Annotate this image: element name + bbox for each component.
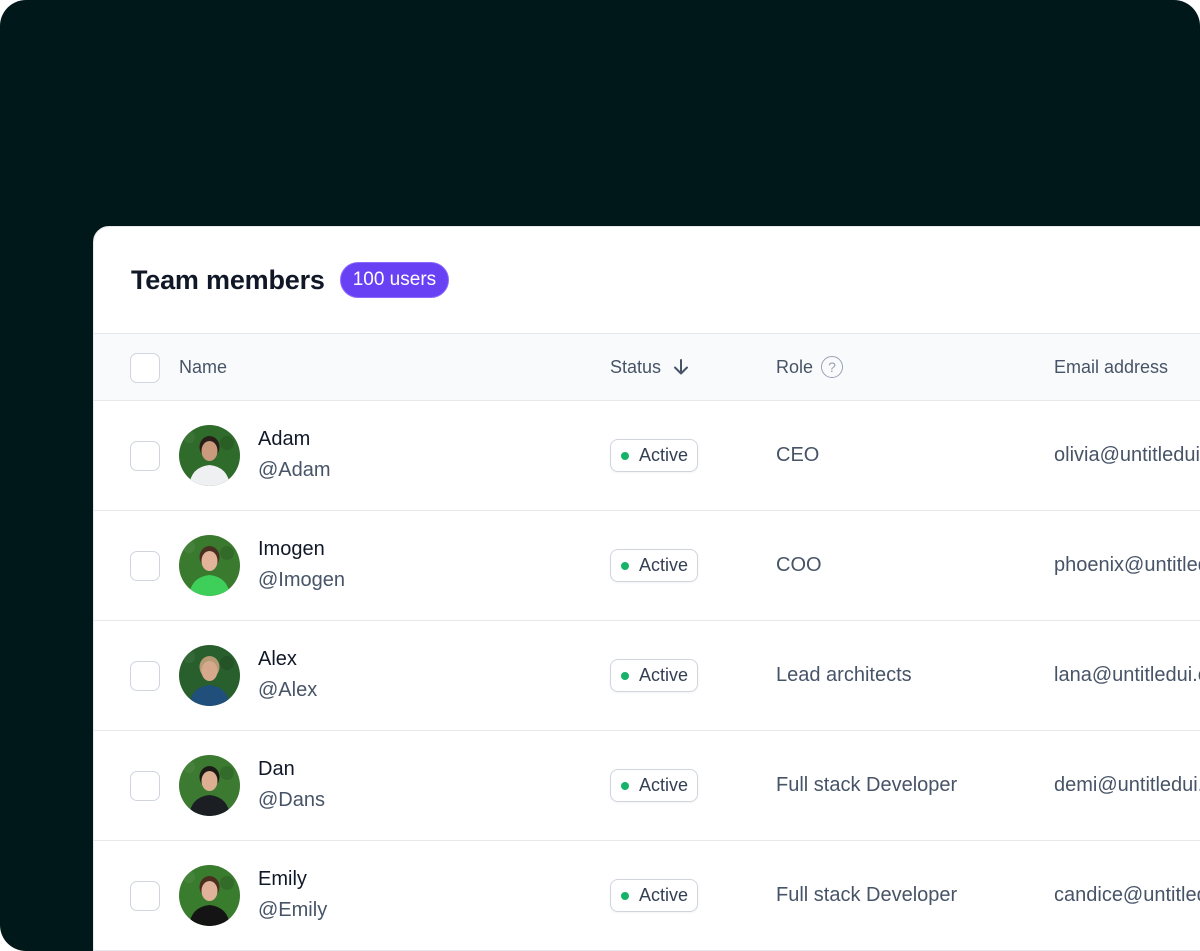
row-checkbox[interactable] (130, 441, 160, 471)
row-checkbox[interactable] (130, 771, 160, 801)
status-badge: Active (610, 879, 699, 912)
user-handle: @Imogen (258, 569, 346, 591)
column-label: Email address (1054, 356, 1169, 377)
user-handle: @Emily (258, 899, 328, 921)
select-all-checkbox[interactable] (130, 353, 160, 383)
user-handle: @Alex (258, 679, 318, 701)
user-role: Full stack Developer (776, 774, 958, 796)
status-dot-icon (621, 891, 629, 900)
column-header-role[interactable]: Role ? (776, 334, 844, 400)
table-row[interactable]: Alex @Alex Active Lead architects lana@u… (94, 621, 1200, 731)
user-count-badge: 100 users (339, 262, 450, 298)
status-badge: Active (610, 439, 699, 472)
column-header-name[interactable]: Name (179, 334, 227, 400)
table-row[interactable]: Imogen @Imogen Active COO phoenix@untitl… (94, 511, 1200, 621)
user-name: Dan (258, 758, 295, 780)
user-name: Imogen (258, 538, 325, 560)
user-email: phoenix@untitledui.com (1054, 554, 1200, 576)
status-badge: Active (610, 769, 699, 802)
table-row[interactable]: Emily @Emily Active Full stack Developer… (94, 841, 1200, 951)
column-label: Status (610, 356, 662, 377)
status-dot-icon (621, 561, 629, 570)
user-handle: @Adam (258, 459, 331, 481)
status-label: Active (639, 775, 689, 795)
arrow-down-icon[interactable] (671, 357, 691, 377)
status-label: Active (639, 445, 689, 465)
avatar (179, 425, 240, 486)
status-label: Active (639, 555, 689, 575)
status-badge: Active (610, 659, 699, 692)
user-name: Alex (258, 648, 297, 670)
column-header-email[interactable]: Email address (1054, 334, 1168, 400)
column-label: Role (776, 356, 814, 377)
status-dot-icon (621, 781, 629, 790)
user-handle: @Dans (258, 789, 325, 811)
table-body: Adam @Adam Active CEO olivia@untitledui.… (94, 401, 1200, 951)
avatar (179, 535, 240, 596)
row-checkbox[interactable] (130, 881, 160, 911)
card-header: Team members 100 users (94, 227, 1200, 333)
page-title: Team members (131, 264, 325, 295)
column-header-status[interactable]: Status (610, 334, 691, 400)
avatar (179, 645, 240, 706)
user-email: olivia@untitledui.com (1054, 444, 1200, 466)
user-role: Lead architects (776, 664, 912, 686)
row-checkbox[interactable] (130, 551, 160, 581)
table-row[interactable]: Adam @Adam Active CEO olivia@untitledui.… (94, 401, 1200, 511)
user-role: CEO (776, 444, 820, 466)
avatar (179, 865, 240, 926)
user-email: candice@untitledui.com (1054, 884, 1200, 906)
status-label: Active (639, 885, 689, 905)
help-circle-icon[interactable]: ? (821, 356, 844, 378)
user-name: Emily (258, 868, 307, 890)
user-email: lana@untitledui.com (1054, 664, 1200, 686)
status-dot-icon (621, 451, 629, 460)
user-name: Adam (258, 428, 311, 450)
avatar (179, 755, 240, 816)
status-dot-icon (621, 671, 629, 680)
table-header: Name Status Role ? Email address (94, 333, 1200, 401)
team-members-card: Team members 100 users Name Status Role … (93, 226, 1200, 951)
row-checkbox[interactable] (130, 661, 160, 691)
user-role: Full stack Developer (776, 884, 958, 906)
column-label: Name (179, 356, 228, 377)
user-role: COO (776, 554, 822, 576)
status-badge: Active (610, 549, 699, 582)
table-row[interactable]: Dan @Dans Active Full stack Developer de… (94, 731, 1200, 841)
user-email: demi@untitledui.com (1054, 774, 1200, 796)
status-label: Active (639, 665, 689, 685)
